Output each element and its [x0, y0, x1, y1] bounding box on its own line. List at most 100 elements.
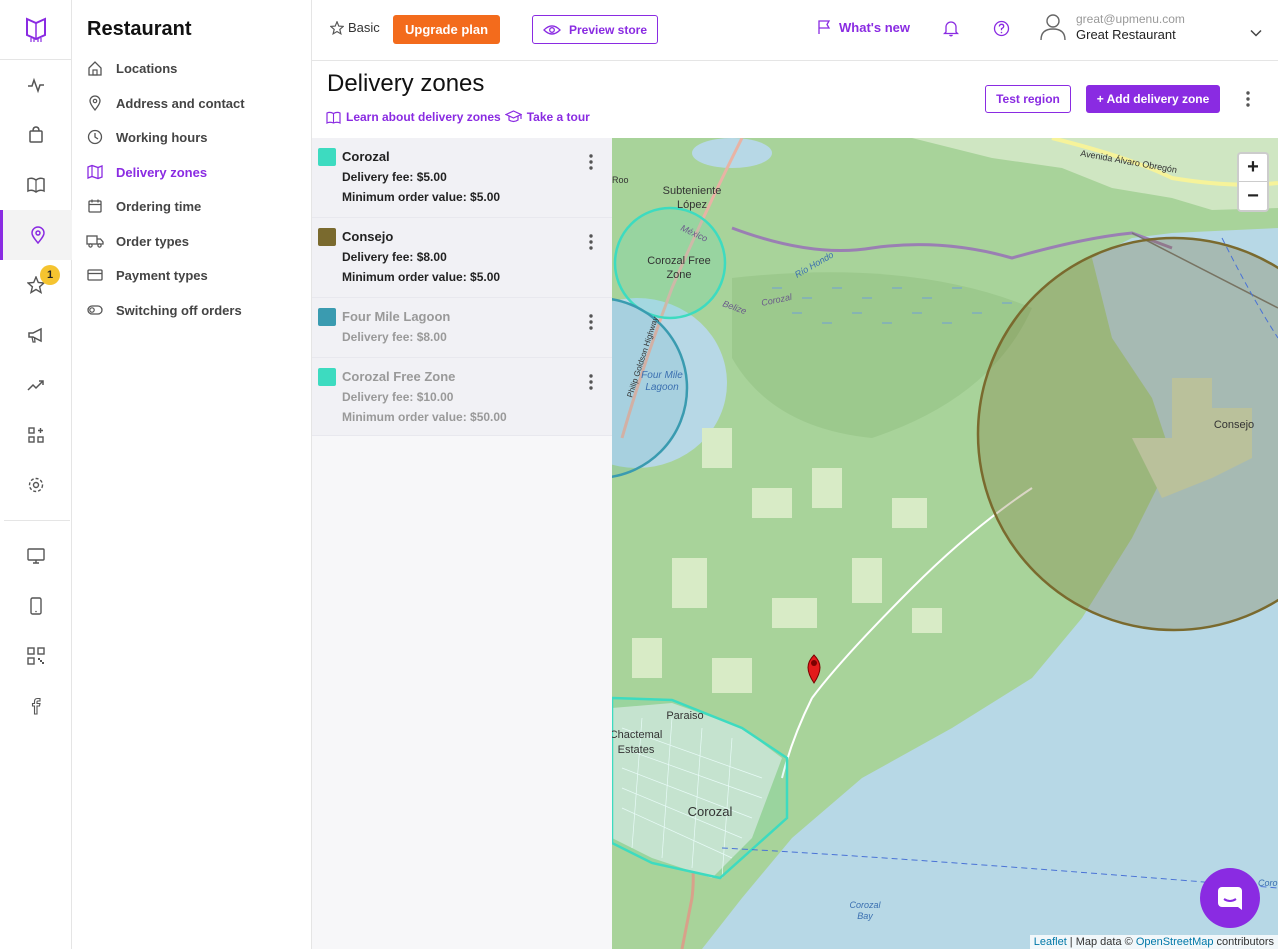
credit-card-icon: [86, 266, 104, 284]
page-title: Delivery zones: [327, 70, 485, 97]
zone-more-button[interactable]: [589, 234, 593, 255]
notification-badge: 1: [40, 265, 60, 285]
zone-delivery-fee: Delivery fee: $5.00: [342, 170, 447, 184]
rail-orders[interactable]: [0, 110, 72, 160]
zone-item-corozal[interactable]: Corozal Delivery fee: $5.00 Minimum orde…: [312, 138, 612, 218]
whats-new-link[interactable]: What's new: [817, 20, 910, 35]
preview-store-button[interactable]: Preview store: [532, 15, 658, 44]
home-icon: [86, 59, 104, 77]
page-more-button[interactable]: [1246, 91, 1250, 112]
eye-icon: [543, 24, 561, 35]
settings-icon: [28, 477, 44, 493]
learn-link-label: Learn about delivery zones: [346, 110, 501, 124]
megaphone-icon: [28, 327, 42, 343]
apps-icon: [28, 427, 44, 443]
chevron-down-icon: [1250, 29, 1262, 37]
nav-item-locations[interactable]: Locations: [86, 56, 177, 80]
zone-delivery-fee: Delivery fee: $8.00: [342, 330, 447, 344]
nav-item-label: Switching off orders: [116, 302, 242, 318]
rail-website[interactable]: [0, 531, 72, 581]
calendar-icon: [86, 197, 104, 215]
zone-item-consejo[interactable]: Consejo Delivery fee: $8.00 Minimum orde…: [312, 218, 612, 298]
osm-link[interactable]: OpenStreetMap: [1136, 936, 1214, 948]
map-label: Corozal: [849, 900, 881, 910]
nav-item-delivery-zones[interactable]: Delivery zones: [86, 160, 207, 184]
user-menu[interactable]: great@upmenu.com Great Restaurant: [1040, 12, 1185, 42]
icon-rail: 1: [0, 0, 72, 949]
help-button[interactable]: [993, 20, 1010, 42]
learn-delivery-zones-link[interactable]: Learn about delivery zones: [326, 110, 501, 124]
nav-item-working-hours[interactable]: Working hours: [86, 125, 207, 149]
rail-activity[interactable]: [0, 60, 72, 110]
zone-min-order: Minimum order value: $50.00: [342, 410, 507, 424]
rail-facebook[interactable]: [0, 681, 72, 731]
map-attribution: Leaflet | Map data © OpenStreetMap contr…: [1029, 935, 1278, 949]
zone-color-swatch: [318, 308, 336, 326]
facebook-icon: [31, 697, 41, 715]
user-menu-toggle[interactable]: [1250, 24, 1262, 42]
rail-locations[interactable]: [0, 210, 72, 260]
zoom-in-button[interactable]: +: [1239, 154, 1267, 182]
logo-icon: [26, 16, 46, 42]
open-book-icon: [326, 111, 341, 124]
test-region-button[interactable]: Test region: [985, 85, 1071, 113]
help-icon: [993, 20, 1010, 37]
help-links: Learn about delivery zones Take a tour: [326, 110, 590, 124]
star-outline-icon: [330, 20, 344, 35]
map-label: Lagoon: [645, 382, 679, 393]
rail-apps[interactable]: [0, 410, 72, 460]
nav-item-payment-types[interactable]: Payment types: [86, 263, 208, 287]
nav-item-address[interactable]: Address and contact: [86, 91, 245, 115]
map-label: Consejo: [1214, 419, 1254, 431]
activity-icon: [28, 77, 44, 94]
rail-marketing[interactable]: [0, 310, 72, 360]
zone-name: Corozal Free Zone: [342, 369, 456, 384]
truck-icon: [86, 232, 104, 250]
map-label: Corozal: [688, 804, 733, 819]
zone-item-corozal-free-zone[interactable]: Corozal Free Zone Delivery fee: $10.00 M…: [312, 358, 612, 436]
user-name: Great Restaurant: [1076, 27, 1176, 42]
zone-name: Four Mile Lagoon: [342, 309, 451, 324]
plan-indicator[interactable]: Basic: [330, 20, 380, 35]
qr-code-icon: [27, 647, 45, 665]
location-pin-icon: [30, 226, 45, 244]
kebab-icon: [589, 314, 593, 330]
top-bar: Basic Upgrade plan Preview store What's …: [312, 0, 1278, 61]
leaflet-link[interactable]: Leaflet: [1034, 936, 1067, 948]
map-label: Paraiso: [666, 710, 703, 722]
map-label: Subteniente: [663, 185, 722, 197]
zoom-out-button[interactable]: −: [1239, 182, 1267, 210]
upgrade-plan-button[interactable]: Upgrade plan: [393, 15, 501, 44]
nav-item-label: Ordering time: [116, 198, 202, 214]
zone-delivery-fee: Delivery fee: $10.00: [342, 390, 454, 404]
mobile-icon: [30, 597, 42, 615]
map-label: López: [677, 199, 707, 211]
delivery-zones-map[interactable]: Subteniente López Corozal Free Zone Méxi…: [612, 138, 1278, 949]
chat-launcher-button[interactable]: [1200, 868, 1260, 928]
rail-settings[interactable]: [0, 460, 72, 510]
zone-more-button[interactable]: [589, 154, 593, 175]
nav-item-order-types[interactable]: Order types: [86, 229, 189, 253]
rail-mobile[interactable]: [0, 581, 72, 631]
nav-item-switching-off[interactable]: Switching off orders: [86, 298, 242, 322]
zone-item-four-mile-lagoon[interactable]: Four Mile Lagoon Delivery fee: $8.00: [312, 298, 612, 358]
rail-menu[interactable]: [0, 160, 72, 210]
rail-loyalty[interactable]: [0, 260, 72, 310]
nav-item-label: Order types: [116, 233, 189, 249]
app-logo[interactable]: [0, 0, 72, 60]
map-zoom-control: + −: [1237, 152, 1269, 212]
zone-more-button[interactable]: [589, 374, 593, 395]
add-delivery-zone-button[interactable]: + Add delivery zone: [1086, 85, 1220, 113]
sea-border: [721, 847, 1278, 889]
rail-qr[interactable]: [0, 631, 72, 681]
map-label: Bay: [857, 911, 873, 921]
take-tour-link[interactable]: Take a tour: [504, 110, 590, 124]
notifications-button[interactable]: [942, 20, 960, 42]
nav-item-ordering-time[interactable]: Ordering time: [86, 194, 201, 218]
user-avatar-icon: [1040, 14, 1066, 41]
zone-more-button[interactable]: [589, 314, 593, 335]
settings-nav: Restaurant Locations Address and contact…: [72, 0, 312, 949]
chat-icon: [1218, 887, 1242, 910]
rail-reports[interactable]: [0, 360, 72, 410]
map-label: Estates: [618, 744, 655, 756]
